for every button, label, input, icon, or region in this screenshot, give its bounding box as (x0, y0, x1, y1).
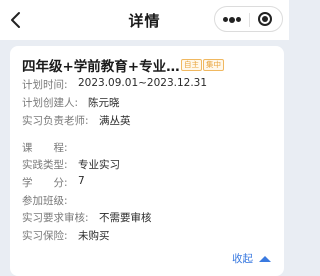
teacher-value: 满丛英 (99, 115, 131, 127)
plan-time-row: 计划时间: 2023.09.01~2023.12.31 (22, 77, 207, 92)
review-row: 实习要求审核: 不需要审核 (22, 210, 152, 225)
creator-row: 计划创建人: 陈元晓 (22, 95, 120, 110)
practice-type-label: 实践类型: (22, 159, 68, 171)
credits-row: 学 分: 7 (22, 175, 85, 190)
credits-label: 学 分: (22, 177, 68, 189)
plan-time-label: 计划时间: (22, 79, 68, 91)
insurance-label: 实习保险: (22, 230, 68, 242)
class-label: 参加班级: (22, 195, 68, 207)
more-icon[interactable] (223, 16, 241, 23)
course-title: 四年级+学前教育+专业… (22, 59, 180, 75)
review-label: 实习要求审核: (22, 212, 89, 224)
teacher-row: 实习负责老师: 满丛英 (22, 113, 131, 128)
navigation-bar: 详情 (0, 0, 289, 40)
insurance-value: 未购买 (78, 230, 110, 242)
creator-value: 陈元晓 (88, 97, 120, 109)
plan-detail-card: 四年级+学前教育+专业… 自主 集中 计划时间: 2023.09.01~2023… (10, 46, 284, 276)
course-row: 课 程: (22, 140, 68, 155)
collapse-button[interactable]: 收起 (232, 251, 253, 266)
review-value: 不需要审核 (99, 212, 152, 224)
insurance-row: 实习保险: 未购买 (22, 228, 110, 243)
tag-centralized: 集中 (203, 59, 224, 71)
course-label: 课 程: (22, 142, 68, 154)
teacher-label: 实习负责老师: (22, 115, 89, 127)
capsule-divider (249, 13, 250, 27)
tag-self-directed: 自主 (181, 59, 202, 71)
mini-program-capsule (214, 6, 283, 32)
plan-time-value: 2023.09.01~2023.12.31 (78, 77, 208, 89)
practice-type-row: 实践类型: 专业实习 (22, 157, 120, 172)
chevron-up-icon[interactable] (259, 256, 271, 262)
class-row: 参加班级: (22, 193, 68, 208)
practice-type-value: 专业实习 (78, 159, 120, 171)
credits-value: 7 (78, 175, 85, 187)
creator-label: 计划创建人: (22, 97, 79, 109)
close-icon[interactable] (258, 12, 272, 26)
